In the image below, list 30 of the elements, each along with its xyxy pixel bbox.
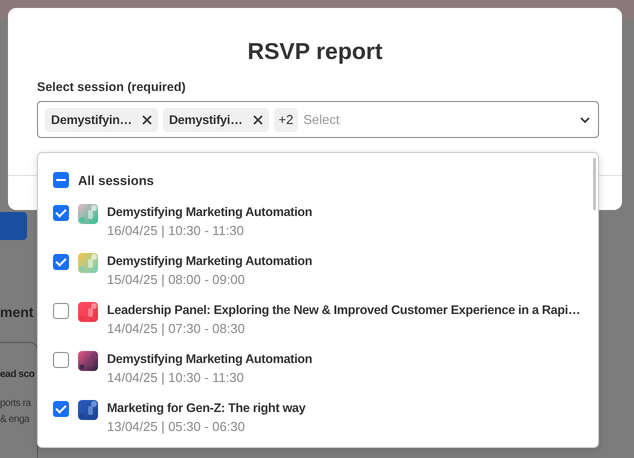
checkbox[interactable] [53,352,69,368]
scrollbar [593,158,596,210]
checkbox[interactable] [53,303,69,319]
close-icon[interactable] [252,114,262,124]
dialog-title: RSVP report [246,38,384,65]
all-sessions-option[interactable]: All sessions [78,172,154,188]
chevron-down-icon [580,116,590,122]
session-chip[interactable]: Demystifyi… [162,108,268,132]
checkbox[interactable] [53,205,69,221]
card-title: ead sco [0,369,34,380]
checkbox[interactable] [53,172,69,188]
session-title[interactable]: Demystifying Marketing Automation [107,204,312,221]
close-icon[interactable] [142,114,152,124]
field-label: Select session (required) [37,80,187,94]
session-time: 14/04/25 | 10:30 - 11:30 [107,369,245,387]
checkbox[interactable] [53,401,69,417]
session-title[interactable]: Demystifying Marketing Automation [107,253,312,270]
more-count: +2 [274,108,298,132]
session-title[interactable]: Demystifying Marketing Automation [107,351,312,368]
session-time: 13/04/25 | 05:30 - 06:30 [107,418,246,436]
session-time: 16/04/25 | 10:30 - 11:30 [107,222,245,240]
checkbox[interactable] [53,254,69,270]
session-time: 15/04/25 | 08:00 - 09:00 [107,271,246,289]
card-text: ports ra & enga [0,397,31,427]
session-title[interactable]: Marketing for Gen-Z: The right way [107,400,306,417]
session-time: 14/04/25 | 07:30 - 08:30 [107,320,246,338]
section-heading: ment [0,304,34,320]
session-chip[interactable]: Demystifyin… [45,108,158,132]
session-title[interactable]: Leadership Panel: Exploring the New & Improved Customer Experience in a Rapi… [107,302,580,319]
session-select[interactable]: Demystifyin… Demystifyi… +2 Select [37,101,599,138]
